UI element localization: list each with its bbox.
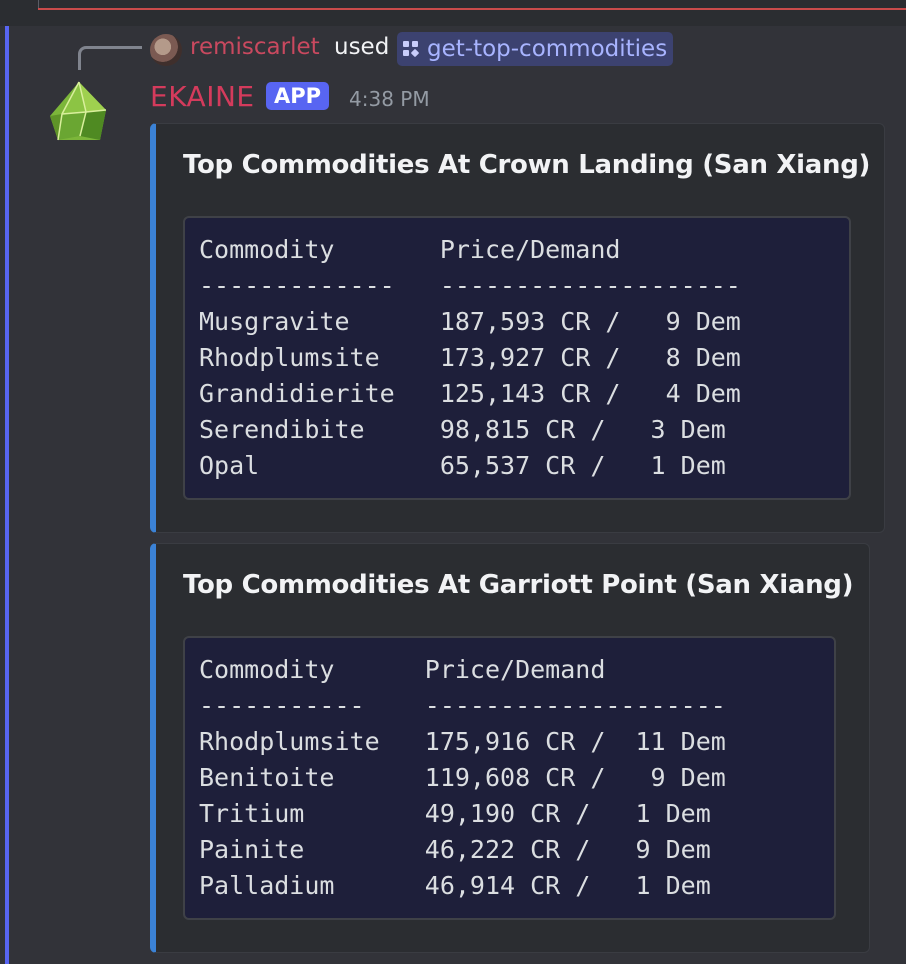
app-badge: APP — [266, 82, 330, 110]
code-header: Commodity Price/Demand — [199, 235, 621, 264]
reply-used-text: used — [334, 34, 390, 60]
reply-username[interactable]: remiscarlet — [190, 34, 320, 60]
embed-title: Top Commodities At Garriott Point (San X… — [183, 570, 854, 600]
code-row: Musgravite 187,593 CR / 9 Dem — [199, 307, 741, 336]
code-row: Palladium 46,914 CR / 1 Dem — [199, 871, 711, 900]
code-row: Rhodplumsite 175,916 CR / 11 Dem — [199, 727, 726, 756]
code-separator: ----------- -------------------- — [199, 691, 726, 720]
new-messages-divider — [38, 8, 906, 10]
reply-user-avatar[interactable] — [150, 34, 182, 66]
top-bar — [0, 0, 906, 26]
code-row: Grandidierite 125,143 CR / 4 Dem — [199, 379, 741, 408]
code-row: Benitoite 119,608 CR / 9 Dem — [199, 763, 726, 792]
code-row: Rhodplumsite 173,927 CR / 8 Dem — [199, 343, 741, 372]
reply-connector — [78, 46, 142, 70]
code-block: Commodity Price/Demand ------------- ---… — [183, 216, 851, 500]
code-row: Serendibite 98,815 CR / 3 Dem — [199, 415, 726, 444]
code-separator: ------------- -------------------- — [199, 271, 741, 300]
mention-highlight-bar — [5, 26, 9, 964]
code-row: Painite 46,222 CR / 9 Dem — [199, 835, 711, 864]
code-header: Commodity Price/Demand — [199, 655, 606, 684]
message-author[interactable]: EKAINE — [150, 80, 255, 113]
message-timestamp[interactable]: 4:38 PM — [349, 87, 430, 111]
command-name: get-top-commodities — [427, 36, 668, 62]
code-block: Commodity Price/Demand ----------- -----… — [183, 636, 836, 920]
embed-title: Top Commodities At Crown Landing (San Xi… — [183, 150, 871, 180]
bot-avatar-icon[interactable] — [46, 80, 112, 146]
command-mention[interactable]: get-top-commodities — [397, 32, 674, 66]
code-row: Opal 65,537 CR / 1 Dem — [199, 451, 726, 480]
embed-crown-landing: Top Commodities At Crown Landing (San Xi… — [150, 123, 885, 533]
embed-garriott-point: Top Commodities At Garriott Point (San X… — [150, 543, 870, 953]
slash-command-icon — [403, 40, 421, 58]
code-row: Tritium 49,190 CR / 1 Dem — [199, 799, 711, 828]
